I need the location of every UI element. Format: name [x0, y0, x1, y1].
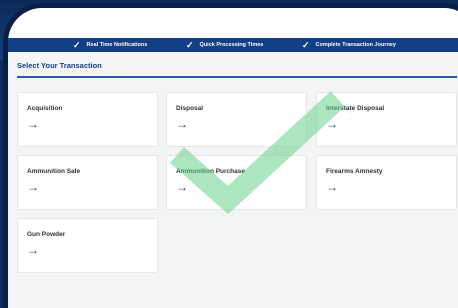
transaction-card-firearms-amnesty[interactable]: Firearms Amnesty →	[316, 155, 457, 210]
transaction-card-interstate-disposal[interactable]: Interstate Disposal →	[316, 92, 457, 147]
transaction-card-ammunition-sale[interactable]: Ammunition Sale →	[17, 155, 158, 210]
arrow-right-icon: →	[326, 180, 338, 194]
feature-banner: ✓ Real Time Notifications ✓ Quick Proces…	[8, 38, 458, 52]
banner-item-label: Complete Transaction Journey	[315, 42, 396, 48]
card-label: Acquisition	[27, 105, 63, 112]
transaction-card-ammunition-purchase[interactable]: Ammunition Purchase →	[166, 155, 307, 210]
banner-item-label: Quick Processing Times	[199, 42, 264, 48]
card-label: Interstate Disposal	[326, 105, 385, 112]
arrow-right-icon: →	[176, 117, 188, 131]
page-title: Select Your Transaction	[17, 61, 102, 70]
arrow-right-icon: →	[27, 243, 39, 257]
card-label: Disposal	[176, 105, 204, 112]
arrow-right-icon: →	[176, 180, 188, 194]
card-label: Ammunition Purchase	[176, 168, 245, 175]
transaction-card-acquisition[interactable]: Acquisition →	[17, 92, 158, 147]
banner-item-label: Real Time Notifications	[86, 42, 148, 48]
card-label: Gun Powder	[27, 231, 66, 238]
banner-item-notifications: ✓ Real Time Notifications	[73, 38, 147, 52]
checkmark-icon: ✓	[302, 39, 310, 50]
device-frame: ✓ Real Time Notifications ✓ Quick Proces…	[8, 8, 458, 308]
card-label: Ammunition Sale	[27, 168, 81, 175]
arrow-right-icon: →	[326, 117, 338, 131]
arrow-right-icon: →	[27, 117, 39, 131]
transaction-card-gun-powder[interactable]: Gun Powder →	[17, 218, 158, 273]
banner-item-journey: ✓ Complete Transaction Journey	[302, 38, 396, 52]
checkmark-icon: ✓	[186, 39, 194, 50]
title-underline	[17, 76, 457, 78]
main-content: Select Your Transaction Acquisition → Di…	[8, 52, 458, 308]
banner-item-processing: ✓ Quick Processing Times	[186, 38, 263, 52]
arrow-right-icon: →	[27, 180, 39, 194]
card-label: Firearms Amnesty	[326, 168, 383, 175]
transaction-card-disposal[interactable]: Disposal →	[166, 92, 307, 147]
checkmark-icon: ✓	[73, 39, 81, 50]
